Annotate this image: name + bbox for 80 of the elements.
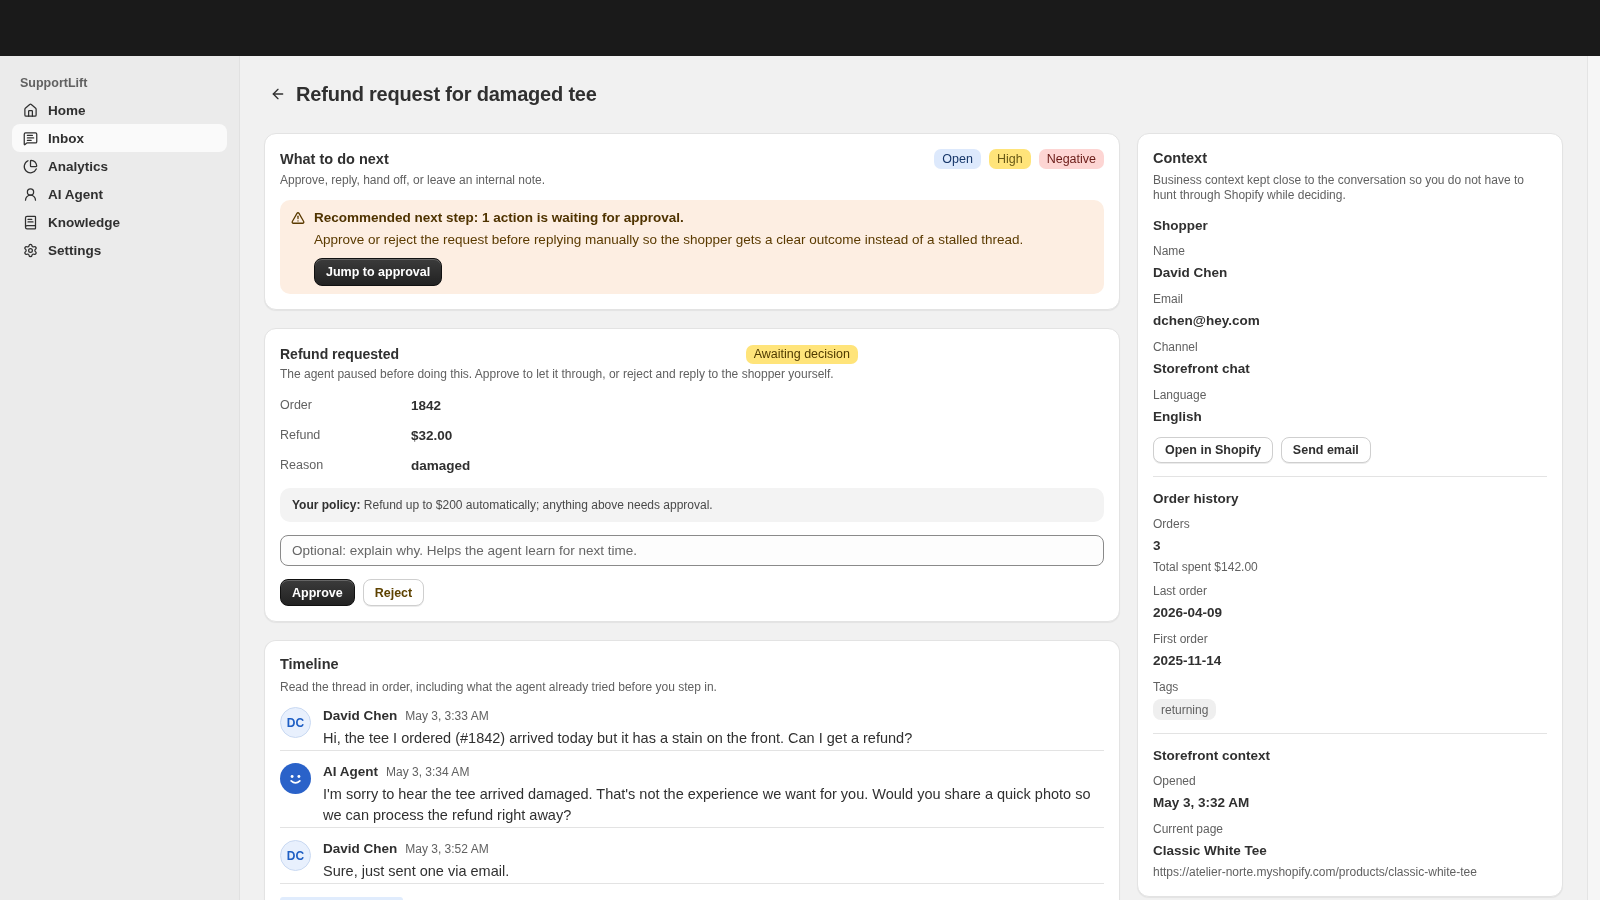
avatar: DC (280, 840, 311, 871)
detail-label: Reason (280, 458, 324, 472)
field-value: Storefront chat (1153, 360, 1251, 378)
badge: Negative (1038, 149, 1104, 169)
field-value: English (1153, 408, 1203, 426)
timestamp: May 3, 3:52 AM (405, 841, 489, 858)
field-value: 3 (1153, 537, 1162, 555)
nav-item[interactable]: Inbox (12, 124, 227, 152)
message-text: Hi, the tee I ordered (#1842) arrived today but it has a stain on the front. Can I get a refund? (323, 729, 914, 748)
nav-item[interactable]: Settings (12, 236, 227, 264)
badge: Open (934, 149, 981, 169)
book-icon (23, 214, 38, 230)
field-label: Orders (1153, 516, 1191, 532)
nav-item[interactable]: Knowledge (12, 208, 227, 236)
author-name: David Chen (323, 707, 398, 725)
field-label: First order (1153, 631, 1209, 647)
page-title: Refund request for damaged tee (296, 82, 597, 107)
section-heading: Storefront context (1153, 747, 1271, 765)
section-heading: Shopper (1153, 217, 1209, 235)
field-label: Language (1153, 387, 1208, 403)
field-note: https://atelier-norte.myshopify.com/products/classic-white-tee (1153, 864, 1478, 880)
field-label: Name (1153, 243, 1186, 259)
field-label: Current page (1153, 821, 1225, 837)
warning-icon (291, 211, 305, 225)
user-icon (23, 186, 38, 202)
field-value: David Chen (1153, 264, 1229, 282)
author-name: AI Agent (323, 763, 378, 781)
nav-item[interactable]: AI Agent (12, 180, 227, 208)
tag: returning (1153, 699, 1217, 720)
card-title: Context (1153, 149, 1208, 168)
detail-value: 1842 (411, 397, 442, 413)
card-title: Timeline (280, 655, 340, 674)
detail-label: Order (280, 398, 312, 412)
detail-value: damaged (411, 457, 471, 473)
card-title: What to do next (280, 150, 389, 169)
field-value: May 3, 3:32 AM (1153, 794, 1251, 812)
card-subtitle: Business context kept close to the conversation so you do not have to hunt through Shopify while deciding. (1153, 173, 1525, 203)
input-field[interactable]: Optional: explain why. Helps the agent learn for next time. (280, 535, 1104, 566)
jump-to-approval-button[interactable]: Jump to approval (314, 258, 443, 286)
section-heading: Order history (1153, 490, 1240, 508)
action-button[interactable]: Send email (1280, 437, 1371, 463)
author-name: David Chen (323, 840, 398, 858)
timestamp: May 3, 3:34 AM (386, 764, 470, 781)
message-text: Sure, just sent one via email. (323, 862, 511, 881)
field-label: Last order (1153, 583, 1209, 599)
arrow-left-icon (270, 86, 286, 102)
smiley-face-icon (280, 763, 311, 794)
field-label: Opened (1153, 773, 1197, 789)
app-name: SupportLift (19, 75, 89, 91)
status-badge: Awaiting decision (745, 344, 858, 364)
field-value: Classic White Tee (1153, 842, 1268, 860)
alert-headline: Recommended next step: 1 action is waiting for approval. (314, 209, 685, 227)
field-label: Channel (1153, 339, 1199, 355)
reject-button[interactable]: Reject (362, 579, 425, 606)
settings-icon (23, 242, 38, 258)
field-value: dchen@hey.com (1153, 312, 1261, 330)
field-note: Total spent $142.00 (1153, 559, 1259, 575)
card-title: Refund requested (280, 345, 399, 364)
avatar: DC (280, 707, 311, 738)
timestamp: May 3, 3:33 AM (405, 708, 489, 725)
chat-bubble-icon (23, 130, 38, 146)
approve-button[interactable]: Approve (280, 579, 355, 606)
card-subtitle: Read the thread in order, including what the agent already tried before you step in. (280, 679, 718, 695)
field-label: Email (1153, 291, 1184, 307)
field-label: Tags (1153, 679, 1180, 695)
message-text: I'm sorry to hear the tee arrived damaged. That's not the experience we want for you. Would you share a quick photo so we can process the refund right away? (323, 785, 1092, 825)
action-button[interactable]: Open in Shopify (1153, 437, 1273, 463)
field-value: 2026-04-09 (1153, 604, 1224, 622)
nav-item[interactable]: Analytics (12, 152, 227, 180)
card-subtitle: The agent paused before doing this. Approve to let it through, or reject and reply to the shopper yourself. (280, 366, 835, 382)
policy-text: Your policy: Refund up to $200 automatically; anything above needs approval. (292, 498, 713, 512)
alert-text: Approve or reject the request before replying manually so the shopper gets a clear outcome instead of a stalled thread. (314, 231, 1025, 249)
detail-label: Refund (280, 428, 321, 442)
card-subtitle: Approve, reply, hand off, or leave an internal note. (280, 172, 547, 188)
detail-value: $32.00 (411, 427, 453, 443)
home-icon (23, 102, 38, 118)
pie-chart-icon (23, 158, 38, 174)
field-value: 2025-11-14 (1153, 652, 1223, 670)
nav-item[interactable]: Home (12, 96, 227, 124)
badge: High (988, 149, 1031, 169)
